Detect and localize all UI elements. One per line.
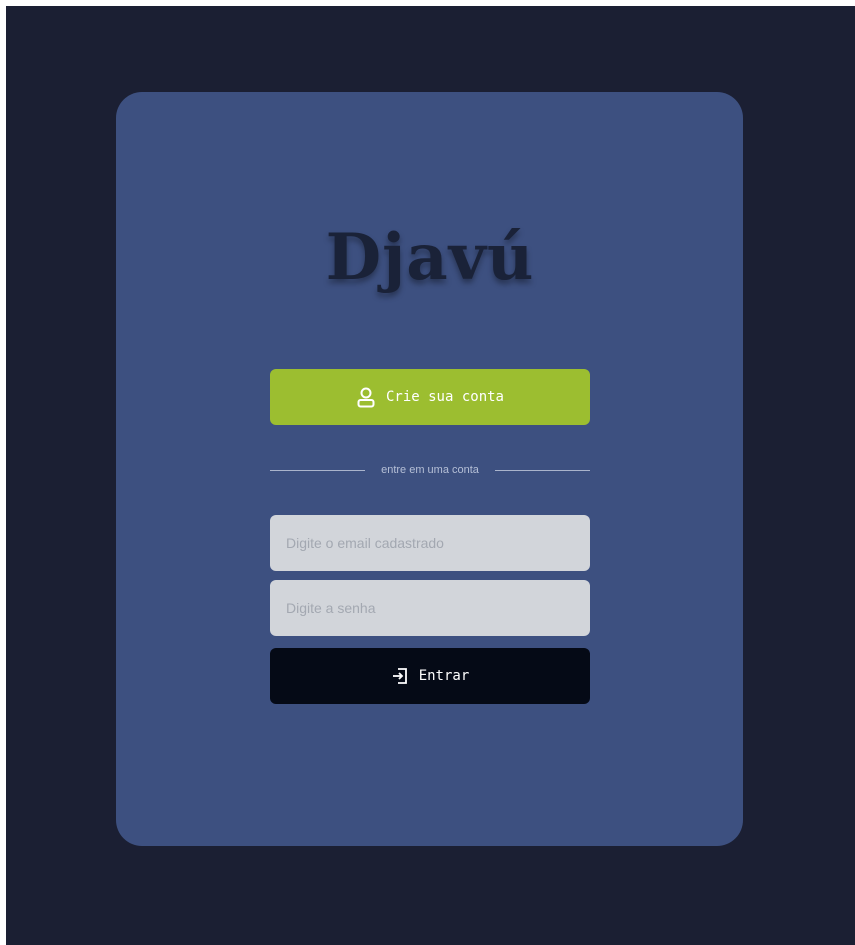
create-account-label: Crie sua conta [385,389,504,405]
divider-text: entre em uma conta [381,464,479,476]
user-icon [356,386,376,408]
divider-line-right [494,469,590,471]
divider-line-left [270,469,366,471]
login-button-label: Entrar [418,668,470,684]
brand-logo: Djavú [325,220,535,295]
login-divider: entre em uma conta [270,460,590,480]
login-button[interactable]: Entrar [270,648,590,704]
password-field[interactable] [270,580,590,636]
create-account-button[interactable]: Crie sua conta [270,369,590,425]
login-arrow-icon [391,667,409,685]
email-field[interactable] [270,515,590,571]
